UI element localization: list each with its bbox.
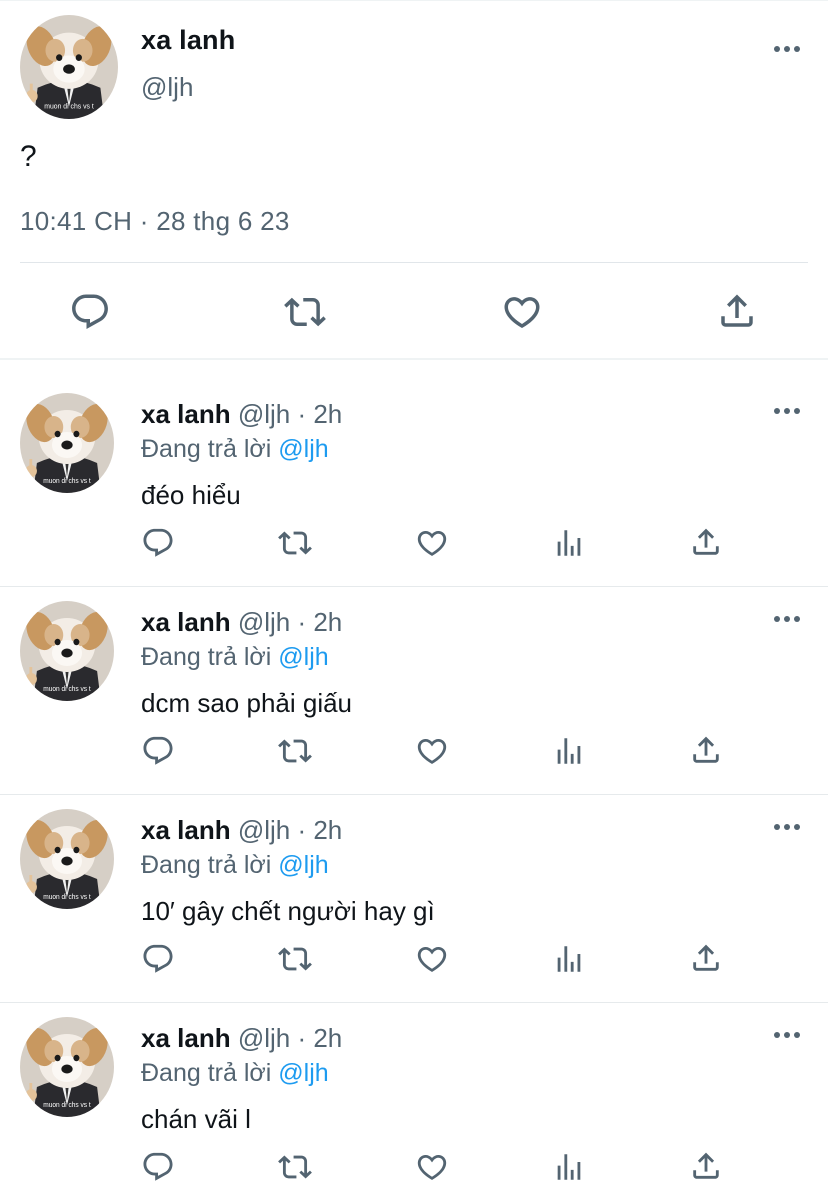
avatar-caption: muon di chs vs t xyxy=(44,103,94,110)
avatar-caption: muon di chs vs t xyxy=(43,1102,91,1109)
tweet-text: ? xyxy=(20,140,37,173)
tweet-actions xyxy=(0,525,828,569)
divider xyxy=(0,358,828,360)
retweet-icon[interactable] xyxy=(277,733,313,769)
like-icon[interactable] xyxy=(414,525,450,561)
like-icon[interactable] xyxy=(414,1149,450,1185)
reply-tweet[interactable]: muon di chs vs t xa lanh @ljh · 2h Đang … xyxy=(0,379,828,587)
share-icon[interactable] xyxy=(715,289,759,333)
reply-header: xa lanh @ljh · 2h xyxy=(141,399,342,430)
reply-header: xa lanh @ljh · 2h xyxy=(141,1023,342,1054)
views-icon[interactable] xyxy=(551,525,587,561)
reply-tweet[interactable]: muon di chs vs t xa lanh @ljh · 2h Đang … xyxy=(0,1003,828,1203)
share-icon[interactable] xyxy=(688,940,724,976)
replying-to: Đang trả lời @ljh xyxy=(141,643,329,672)
retweet-icon[interactable] xyxy=(277,1149,313,1185)
author-name[interactable]: xa lanh xyxy=(141,25,235,56)
dog-avatar-image: muon di chs vs t xyxy=(20,809,114,909)
author-handle-time[interactable]: @ljh · 2h xyxy=(238,607,342,637)
reply-header: xa lanh @ljh · 2h xyxy=(141,815,342,846)
share-icon[interactable] xyxy=(688,1148,724,1184)
like-icon[interactable] xyxy=(500,290,544,334)
author-name[interactable]: xa lanh xyxy=(141,815,231,845)
dog-avatar-image: muon di chs vs t xyxy=(20,601,114,701)
replying-to: Đang trả lời @ljh xyxy=(141,1059,329,1088)
tweet-actions xyxy=(0,263,828,359)
dog-avatar-image: muon di chs vs t xyxy=(20,393,114,493)
author-handle[interactable]: @ljh xyxy=(141,72,193,103)
mention-link[interactable]: @ljh xyxy=(278,643,328,671)
mention-link[interactable]: @ljh xyxy=(278,435,328,463)
dog-avatar-image: muon di chs vs t xyxy=(20,15,118,119)
replying-to-label: Đang trả lời xyxy=(141,435,272,463)
retweet-icon[interactable] xyxy=(277,941,313,977)
avatar-caption: muon di chs vs t xyxy=(43,686,91,693)
avatar[interactable]: muon di chs vs t xyxy=(20,809,114,909)
share-icon[interactable] xyxy=(688,524,724,560)
tweet-text: 10′ gây chết người hay gì xyxy=(141,896,435,926)
avatar[interactable]: muon di chs vs t xyxy=(20,1017,114,1117)
avatar-caption: muon di chs vs t xyxy=(43,894,91,901)
author-handle-time[interactable]: @ljh · 2h xyxy=(238,1023,342,1053)
views-icon[interactable] xyxy=(551,1149,587,1185)
reply-tweet[interactable]: muon di chs vs t xa lanh @ljh · 2h Đang … xyxy=(0,587,828,795)
replying-to-label: Đang trả lời xyxy=(141,1059,272,1087)
avatar[interactable]: muon di chs vs t xyxy=(20,601,114,701)
reply-icon[interactable] xyxy=(140,1149,176,1185)
replying-to: Đang trả lời @ljh xyxy=(141,851,329,880)
like-icon[interactable] xyxy=(414,733,450,769)
dog-avatar-image: muon di chs vs t xyxy=(20,1017,114,1117)
tweet-actions xyxy=(0,733,828,777)
avatar-caption: muon di chs vs t xyxy=(43,478,91,485)
more-icon[interactable] xyxy=(770,401,804,421)
reply-icon[interactable] xyxy=(68,290,112,334)
tweet-actions xyxy=(0,1149,828,1193)
replying-to: Đang trả lời @ljh xyxy=(141,435,329,464)
more-icon[interactable] xyxy=(770,609,804,629)
replying-to-label: Đang trả lời xyxy=(141,643,272,671)
mention-link[interactable]: @ljh xyxy=(278,851,328,879)
views-icon[interactable] xyxy=(551,733,587,769)
more-icon[interactable] xyxy=(770,1025,804,1045)
more-icon[interactable] xyxy=(770,817,804,837)
retweet-icon[interactable] xyxy=(283,290,327,334)
author-handle-time[interactable]: @ljh · 2h xyxy=(238,399,342,429)
tweet-text: đéo hiểu xyxy=(141,480,241,510)
tweet-text: dcm sao phải giấu xyxy=(141,688,353,718)
avatar[interactable]: muon di chs vs t xyxy=(20,15,118,119)
tweet-timestamp[interactable]: 10:41 CH · 28 thg 6 23 xyxy=(20,206,290,237)
tweet-actions xyxy=(0,941,828,985)
avatar[interactable]: muon di chs vs t xyxy=(20,393,114,493)
author-name[interactable]: xa lanh xyxy=(141,399,231,429)
replying-to-label: Đang trả lời xyxy=(141,851,272,879)
reply-icon[interactable] xyxy=(140,733,176,769)
mention-link[interactable]: @ljh xyxy=(278,1059,328,1087)
reply-header: xa lanh @ljh · 2h xyxy=(141,607,342,638)
like-icon[interactable] xyxy=(414,941,450,977)
tweet-text: chán vãi l xyxy=(141,1104,251,1134)
reply-icon[interactable] xyxy=(140,941,176,977)
views-icon[interactable] xyxy=(551,941,587,977)
main-tweet: muon di chs vs t xa lanh @ljh ? 10:41 CH… xyxy=(0,0,828,360)
more-icon[interactable] xyxy=(770,39,804,59)
author-name[interactable]: xa lanh xyxy=(141,1023,231,1053)
reply-icon[interactable] xyxy=(140,525,176,561)
reply-tweet[interactable]: muon di chs vs t xa lanh @ljh · 2h Đang … xyxy=(0,795,828,1003)
author-name[interactable]: xa lanh xyxy=(141,607,231,637)
share-icon[interactable] xyxy=(688,732,724,768)
author-handle-time[interactable]: @ljh · 2h xyxy=(238,815,342,845)
retweet-icon[interactable] xyxy=(277,525,313,561)
